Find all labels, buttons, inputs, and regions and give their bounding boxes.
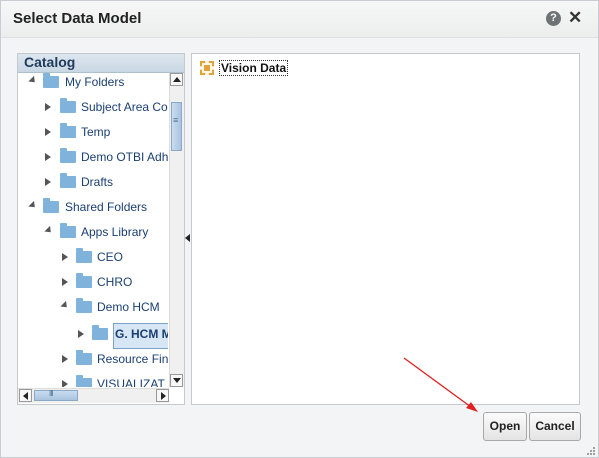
open-button[interactable]: Open [483, 412, 527, 441]
collapsed-arrow-icon[interactable] [62, 278, 68, 286]
tree-item-label: Resource Fin [97, 352, 168, 366]
tree-item-resource-fin[interactable]: Resource Fin [18, 350, 168, 370]
collapse-left-icon [185, 234, 190, 242]
collapsed-arrow-icon[interactable] [45, 178, 51, 186]
folder-icon [92, 325, 108, 340]
expanded-arrow-icon[interactable] [60, 300, 70, 311]
collapsed-arrow-icon[interactable] [78, 330, 84, 338]
folder-icon [76, 350, 92, 365]
tree-item-label: Apps Library [81, 225, 149, 239]
collapsed-arrow-icon[interactable] [45, 128, 51, 136]
tree-item-label: CEO [97, 250, 124, 264]
arrow-left-icon [23, 392, 28, 400]
tree-item-drafts[interactable]: Drafts [18, 173, 168, 193]
expanded-arrow-icon[interactable] [44, 225, 54, 236]
tree-item-shared-folders[interactable]: Shared Folders [18, 198, 168, 218]
folder-icon [60, 148, 76, 163]
data-model-label: Vision Data [219, 60, 289, 76]
folder-icon [76, 298, 92, 313]
data-model-list-panel: Vision Data [191, 53, 580, 405]
folder-icon [43, 73, 59, 88]
tree-item-g-hcm[interactable]: G. HCM M [18, 325, 168, 345]
cancel-button[interactable]: Cancel [529, 412, 581, 441]
arrow-right-icon [161, 392, 166, 400]
tree-item-apps-library[interactable]: Apps Library [18, 223, 168, 243]
tree-item-label: Shared Folders [65, 200, 148, 214]
catalog-title: Catalog [24, 54, 76, 70]
vertical-scrollbar[interactable]: ≡ [169, 73, 184, 387]
tree-item-label: Demo HCM [97, 300, 160, 314]
tree-item-demo-hcm[interactable]: Demo HCM [18, 298, 168, 318]
tree-item-visualizat[interactable]: VISUALIZAT [18, 375, 168, 387]
resize-grip-icon[interactable] [587, 447, 595, 455]
tree-item-temp[interactable]: Temp [18, 123, 168, 143]
scroll-up-button[interactable] [170, 73, 183, 86]
tree-item-subject-area[interactable]: Subject Area Co [18, 98, 168, 118]
scroll-right-button[interactable] [156, 389, 169, 402]
grip-icon: III [49, 389, 54, 398]
tree-item-ceo[interactable]: CEO [18, 248, 168, 268]
tree-item-label: G. HCM M [115, 327, 168, 341]
vertical-scroll-thumb[interactable]: ≡ [171, 102, 182, 151]
tree-item-demo-otbi[interactable]: Demo OTBI Adh [18, 148, 168, 168]
tree-item-label: Demo OTBI Adh [81, 150, 168, 164]
scroll-left-button[interactable] [19, 389, 32, 402]
arrow-down-icon [173, 378, 181, 383]
folder-icon [60, 173, 76, 188]
collapsed-arrow-icon[interactable] [62, 253, 68, 261]
select-data-model-dialog: Select Data Model ? ✕ Catalog My Folders… [0, 0, 599, 458]
catalog-header: Catalog [18, 54, 184, 73]
expanded-arrow-icon[interactable] [28, 75, 38, 86]
help-icon[interactable]: ? [546, 11, 561, 26]
folder-icon [60, 98, 76, 113]
dialog-titlebar: Select Data Model ? ✕ [1, 1, 598, 38]
tree-item-label: CHRO [97, 275, 133, 289]
collapsed-arrow-icon[interactable] [62, 380, 68, 387]
collapsed-arrow-icon[interactable] [45, 153, 51, 161]
panel-splitter-collapse[interactable] [184, 231, 190, 247]
tree-item-chro[interactable]: CHRO [18, 273, 168, 293]
folder-icon [43, 198, 59, 213]
tree-item-label: Drafts [81, 175, 114, 189]
catalog-tree: My Folders Subject Area Co Temp Demo OTB… [18, 73, 168, 387]
tree-item-label: VISUALIZAT [97, 377, 165, 387]
data-model-icon [200, 61, 214, 75]
scroll-down-button[interactable] [170, 374, 183, 387]
catalog-panel: Catalog My Folders Subject Area Co Temp [17, 53, 185, 405]
collapsed-arrow-icon[interactable] [62, 355, 68, 363]
tree-item-label: Temp [81, 125, 111, 139]
arrow-up-icon [173, 77, 181, 82]
folder-icon [76, 248, 92, 263]
horizontal-scroll-thumb[interactable]: III [34, 389, 78, 401]
folder-icon [76, 273, 92, 288]
horizontal-scrollbar[interactable]: III [18, 388, 169, 403]
folder-icon [60, 223, 76, 238]
tree-item-label: My Folders [65, 75, 125, 89]
tree-item-label: Subject Area Co [81, 100, 168, 114]
folder-icon [76, 375, 92, 387]
expanded-arrow-icon[interactable] [28, 200, 38, 211]
dialog-title: Select Data Model [13, 10, 142, 27]
tree-item-my-folders[interactable]: My Folders [18, 73, 168, 93]
collapsed-arrow-icon[interactable] [45, 103, 51, 111]
folder-icon [60, 123, 76, 138]
close-icon[interactable]: ✕ [568, 8, 582, 28]
grip-icon: ≡ [173, 115, 179, 125]
